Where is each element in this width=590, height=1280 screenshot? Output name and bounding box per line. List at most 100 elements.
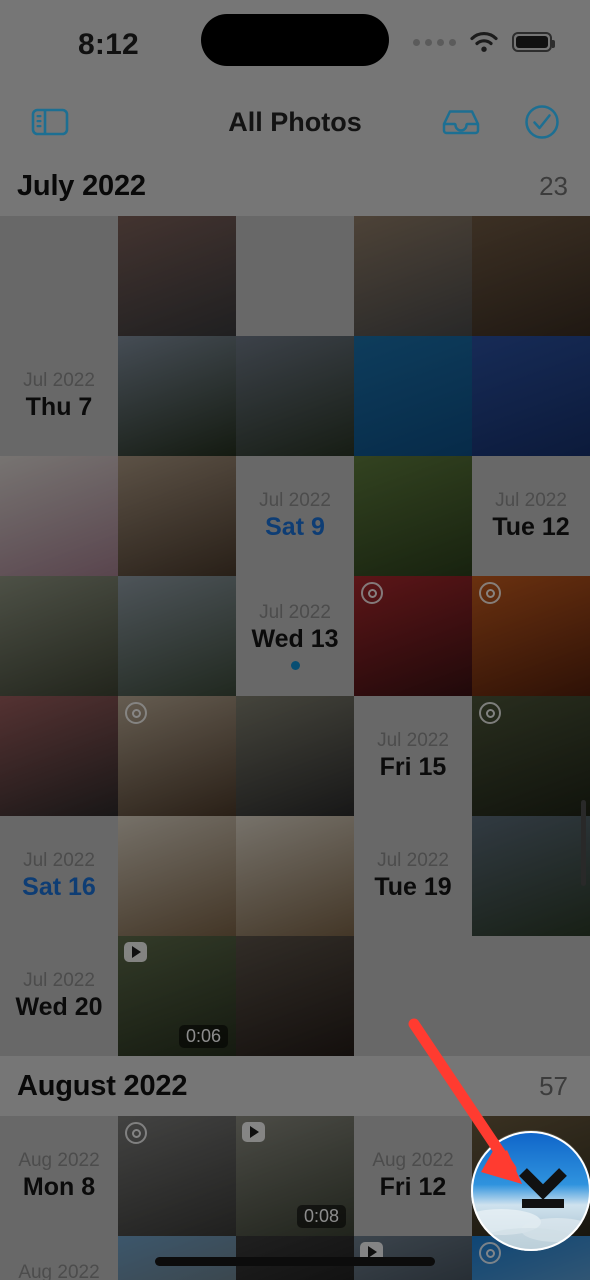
live-photo-icon [479, 582, 501, 604]
photo-thumbnail[interactable] [236, 816, 354, 936]
date-label-cell[interactable]: Jul 2022 Thu 7 [0, 336, 118, 456]
date-month-label: Jul 2022 [377, 730, 449, 752]
date-month-label: Jul 2022 [259, 601, 331, 623]
month-section-header: July 2022 23 [0, 156, 590, 216]
photo-thumbnail[interactable]: 0:08 [236, 1116, 354, 1236]
empty-cell [472, 936, 590, 1056]
date-status-dot [290, 661, 300, 671]
cellular-dots-icon [413, 38, 456, 46]
photo-grid-row: Jul 2022 Fri 15 [0, 696, 590, 816]
status-indicators [413, 31, 555, 53]
photo-grid-row: Jul 2022 Wed 13 [0, 576, 590, 696]
date-label-cell[interactable]: Aug 2022Tue 16 [0, 1236, 118, 1280]
photo-thumbnail[interactable] [0, 456, 118, 576]
month-count: 57 [539, 1070, 568, 1101]
status-bar: 8:12 [0, 0, 590, 88]
photo-thumbnail[interactable] [354, 336, 472, 456]
date-month-label: Jul 2022 [23, 370, 95, 392]
photo-thumbnail[interactable] [236, 696, 354, 816]
live-photo-icon [361, 582, 383, 604]
photo-thumbnail[interactable] [118, 1116, 236, 1236]
photo-thumbnail[interactable] [236, 336, 354, 456]
photo-thumbnail[interactable] [472, 216, 590, 336]
photo-thumbnail[interactable] [472, 336, 590, 456]
date-label-cell[interactable]: Jul 2022 Tue 12 [472, 456, 590, 576]
photo-grid-row: Jul 2022 Thu 7 [0, 336, 590, 456]
empty-cell [354, 936, 472, 1056]
date-month-label: Jul 2022 [495, 490, 567, 512]
checkmark-circle-icon [525, 105, 559, 139]
photo-grid-scroll-area[interactable]: July 2022 23 Jul 2022 Thu 7 Jul 2022 Sat 9 Jul… [0, 156, 590, 1280]
date-label-cell[interactable]: Jul 2022 Sat 16 [0, 816, 118, 936]
photo-thumbnail[interactable] [354, 216, 472, 336]
photo-thumbnail[interactable] [0, 696, 118, 816]
download-icon[interactable] [514, 1168, 572, 1212]
live-photo-icon [125, 702, 147, 724]
date-day-label: Thu 7 [25, 393, 93, 422]
photo-thumbnail[interactable] [354, 576, 472, 696]
live-photo-icon [125, 1122, 147, 1144]
photo-thumbnail[interactable] [236, 936, 354, 1056]
select-button[interactable] [517, 100, 567, 144]
photo-thumbnail[interactable] [472, 576, 590, 696]
play-video-icon [242, 1122, 265, 1142]
date-month-label: Jul 2022 [259, 490, 331, 512]
photo-thumbnail[interactable] [0, 576, 118, 696]
photo-thumbnail[interactable] [118, 576, 236, 696]
month-section-header: August 2022 57 [0, 1056, 590, 1116]
photo-thumbnail[interactable] [118, 216, 236, 336]
date-label-cell[interactable]: Jul 2022 Wed 13 [236, 576, 354, 696]
spotlight-highlight-circle[interactable] [471, 1130, 590, 1251]
photo-grid-row: Jul 2022 Sat 16 Jul 2022 Tue 19 [0, 816, 590, 936]
play-video-icon [124, 942, 147, 962]
page-title: All Photos [228, 106, 362, 137]
photo-thumbnail[interactable] [118, 696, 236, 816]
photo-thumbnail[interactable] [118, 456, 236, 576]
photos-app-screen: July 2022 23 Jul 2022 Thu 7 Jul 2022 Sat 9 Jul… [0, 0, 590, 1280]
date-day-label: Wed 20 [15, 993, 103, 1022]
date-month-label: Aug 2022 [372, 1150, 454, 1172]
date-month-label: Jul 2022 [377, 850, 449, 872]
video-duration-label: 0:06 [178, 1025, 228, 1048]
date-day-label: Fri 12 [379, 1173, 447, 1202]
date-month-label: Jul 2022 [23, 850, 95, 872]
date-day-label: Tue 19 [374, 873, 452, 902]
photo-thumbnail[interactable]: 0:06 [118, 936, 236, 1056]
photo-grid-row: Jul 2022 Sat 9 Jul 2022 Tue 12 [0, 456, 590, 576]
date-label-cell[interactable]: Aug 2022 Fri 12 [354, 1116, 472, 1236]
date-day-label: Sat 16 [22, 873, 96, 902]
date-month-label: Jul 2022 [23, 970, 95, 992]
scroll-indicator[interactable] [581, 800, 586, 886]
date-label-cell[interactable]: Jul 2022 Sat 9 [236, 456, 354, 576]
date-label-cell[interactable]: Jul 2022 Tue 19 [354, 816, 472, 936]
photo-thumbnail[interactable] [472, 816, 590, 936]
photo-thumbnail[interactable] [118, 336, 236, 456]
wifi-icon [470, 31, 498, 52]
photo-grid-row [0, 216, 590, 336]
date-day-label: Tue 12 [492, 513, 570, 542]
date-day-label: Wed 13 [251, 624, 339, 653]
date-label-cell[interactable]: Jul 2022 Wed 20 [0, 936, 118, 1056]
photo-grid-row: Jul 2022 Wed 20 0:06 [0, 936, 590, 1056]
date-day-label: Mon 8 [22, 1173, 96, 1202]
date-label-cell[interactable]: Jul 2022 Fri 15 [354, 696, 472, 816]
date-day-label: Sat 9 [265, 513, 325, 542]
import-button[interactable] [435, 100, 487, 144]
month-title: August 2022 [17, 1069, 188, 1102]
date-day-label: Fri 15 [379, 753, 447, 782]
video-duration-label: 0:08 [296, 1205, 346, 1228]
month-count: 23 [539, 170, 568, 201]
photo-thumbnail[interactable] [354, 456, 472, 576]
photo-thumbnail[interactable] [118, 816, 236, 936]
dynamic-island [201, 14, 389, 66]
photo-thumbnail[interactable] [472, 696, 590, 816]
home-indicator-bar[interactable] [155, 1257, 435, 1266]
empty-cell [236, 216, 354, 336]
status-time: 8:12 [78, 28, 139, 61]
inbox-tray-icon [442, 110, 480, 135]
date-month-label: Aug 2022 [18, 1261, 100, 1280]
date-label-cell[interactable]: Aug 2022 Mon 8 [0, 1116, 118, 1236]
date-month-label: Aug 2022 [18, 1150, 100, 1172]
empty-cell [0, 216, 118, 336]
live-photo-icon [479, 702, 501, 724]
